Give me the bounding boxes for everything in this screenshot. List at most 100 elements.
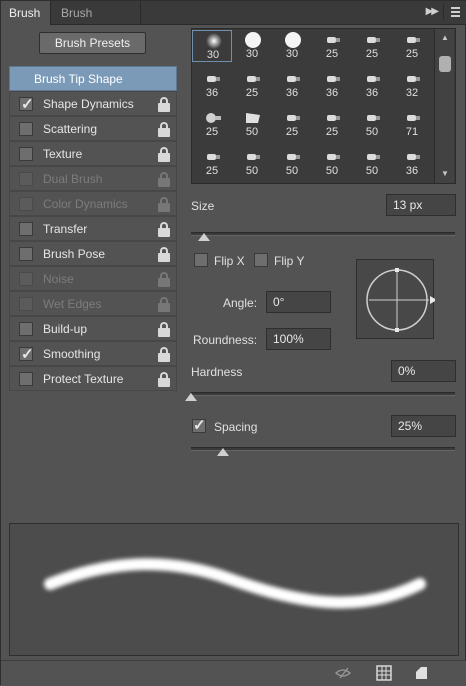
size-slider-thumb[interactable] — [198, 233, 211, 241]
spacing-field[interactable]: 25% — [391, 415, 456, 437]
brush-option-build-up[interactable]: Build-up — [9, 316, 177, 341]
brush-option-brush-pose[interactable]: Brush Pose — [9, 241, 177, 266]
option-checkbox[interactable] — [19, 222, 33, 236]
tip-grid-scrollbar[interactable]: ▲ ▼ — [434, 29, 454, 183]
size-slider-track[interactable] — [191, 232, 455, 236]
brush-option-dual-brush: Dual Brush — [9, 166, 177, 191]
panel-menu-icon[interactable] — [443, 4, 461, 20]
toggle-visibility-icon[interactable] — [335, 665, 351, 681]
lock-icon[interactable] — [158, 372, 170, 387]
option-checkbox[interactable] — [19, 372, 33, 386]
bristle-brush-icon — [364, 149, 382, 163]
brush-tip-preset[interactable]: 36 — [392, 147, 432, 179]
spacing-checkbox[interactable]: ✓ — [192, 417, 206, 434]
brush-tip-preset[interactable]: 50 — [272, 147, 312, 179]
flip-x-checkbox[interactable] — [194, 253, 208, 267]
brush-tip-preset[interactable]: 25 — [312, 30, 352, 62]
brush-tip-preset[interactable]: 25 — [312, 108, 352, 140]
brush-tip-preset[interactable]: 50 — [352, 147, 392, 179]
size-field[interactable]: 13 px — [386, 194, 456, 216]
spacing-slider-thumb[interactable] — [216, 448, 229, 456]
brush-tip-size: 30 — [245, 48, 259, 60]
angle-field[interactable]: 0° — [266, 291, 331, 313]
collapse-arrows-icon[interactable]: ▶▶ — [426, 6, 439, 17]
new-preset-icon[interactable] — [413, 665, 429, 681]
bristle-brush-icon — [404, 71, 422, 85]
scroll-thumb[interactable] — [439, 56, 451, 72]
roundness-label: Roundness: — [193, 333, 258, 347]
brush-tip-size: 50 — [325, 165, 339, 177]
option-checkbox[interactable] — [19, 247, 33, 261]
scroll-up-icon[interactable]: ▲ — [441, 33, 449, 42]
option-checkbox[interactable] — [19, 122, 33, 136]
flip-x-label: Flip X — [214, 254, 245, 268]
brush-option-shape-dynamics[interactable]: ✓ Shape Dynamics — [9, 91, 177, 116]
lock-icon[interactable] — [158, 97, 170, 112]
brush-tip-preset[interactable]: 30 — [272, 30, 312, 62]
brush-tip-preset[interactable]: 50 — [352, 108, 392, 140]
brush-tip-preset[interactable]: 36 — [272, 69, 312, 101]
angle-roundness-widget[interactable] — [356, 259, 437, 339]
tab-brush-presets[interactable]: Brush Presets — [53, 1, 141, 44]
brush-tip-preset[interactable]: 50 — [232, 108, 272, 140]
brush-option-smoothing[interactable]: ✓ Smoothing — [9, 341, 177, 366]
hard-round-brush-icon — [244, 32, 262, 48]
brush-tip-preset[interactable]: 36 — [352, 69, 392, 101]
brush-option-protect-texture[interactable]: Protect Texture — [9, 366, 177, 391]
hard-round-brush-icon — [284, 32, 302, 48]
brush-tip-size: 25 — [325, 48, 339, 60]
brush-option-brush-tip-shape[interactable]: Brush Tip Shape — [9, 66, 177, 91]
brush-tip-preset[interactable]: 50 — [232, 147, 272, 179]
flip-y-checkbox[interactable] — [254, 253, 268, 267]
tab-brush[interactable]: Brush — [1, 1, 51, 25]
brush-option-scattering[interactable]: Scattering — [9, 116, 177, 141]
brush-option-color-dynamics: Color Dynamics — [9, 191, 177, 216]
tab-bar: Brush Brush Presets ▶▶ — [1, 1, 466, 44]
brush-tip-preset[interactable]: 25 — [192, 147, 232, 179]
brush-presets-button[interactable]: Brush Presets — [39, 32, 146, 54]
brush-tip-preset[interactable]: 30 — [192, 30, 232, 62]
brush-tip-preset[interactable]: 50 — [312, 147, 352, 179]
brush-tip-size: 25 — [205, 165, 219, 177]
scroll-down-icon[interactable]: ▼ — [441, 169, 449, 178]
lock-icon[interactable] — [158, 247, 170, 262]
lock-icon[interactable] — [158, 347, 170, 362]
brush-tip-preset[interactable]: 25 — [352, 30, 392, 62]
brush-tip-preset[interactable]: 32 — [392, 69, 432, 101]
lock-icon[interactable] — [158, 222, 170, 237]
brush-tip-size: 36 — [405, 165, 419, 177]
brush-tip-preset[interactable]: 36 — [312, 69, 352, 101]
bristle-brush-icon — [204, 149, 222, 163]
hardness-slider-track[interactable] — [191, 392, 455, 396]
brush-tip-preset[interactable]: 71 — [392, 108, 432, 140]
bristle-brush-icon — [364, 110, 382, 124]
brush-tip-preset[interactable]: 25 — [272, 108, 312, 140]
hardness-slider-thumb[interactable] — [185, 393, 197, 401]
brush-option-transfer[interactable]: Transfer — [9, 216, 177, 241]
option-checkbox[interactable] — [19, 147, 33, 161]
spacing-slider-track[interactable] — [191, 447, 455, 451]
brush-tip-preset[interactable]: 36 — [192, 69, 232, 101]
brush-tip-preset[interactable]: 30 — [232, 30, 272, 62]
brush-tip-size: 25 — [205, 126, 219, 138]
roundness-field[interactable]: 100% — [266, 328, 331, 350]
brush-option-texture[interactable]: Texture — [9, 141, 177, 166]
lock-icon[interactable] — [158, 147, 170, 162]
option-checkbox[interactable]: ✓ — [19, 96, 34, 113]
brush-tip-preset[interactable]: 25 — [392, 30, 432, 62]
checkmark-icon: ✓ — [21, 346, 34, 363]
lock-icon[interactable] — [158, 322, 170, 337]
bristle-brush-icon — [404, 110, 422, 124]
brush-tip-size: 71 — [405, 126, 419, 138]
hardness-field[interactable]: 0% — [391, 360, 456, 382]
brush-tip-preset[interactable]: 25 — [232, 69, 272, 101]
brush-tip-size: 50 — [365, 165, 379, 177]
lock-icon[interactable] — [158, 122, 170, 137]
option-label: Dual Brush — [43, 172, 103, 186]
option-checkbox[interactable] — [19, 322, 33, 336]
brush-tip-preset[interactable]: 25 — [192, 108, 232, 140]
option-checkbox — [19, 197, 33, 211]
grid-icon[interactable] — [376, 665, 392, 681]
option-checkbox[interactable]: ✓ — [19, 346, 34, 363]
airbrush-brush-icon — [204, 110, 222, 124]
